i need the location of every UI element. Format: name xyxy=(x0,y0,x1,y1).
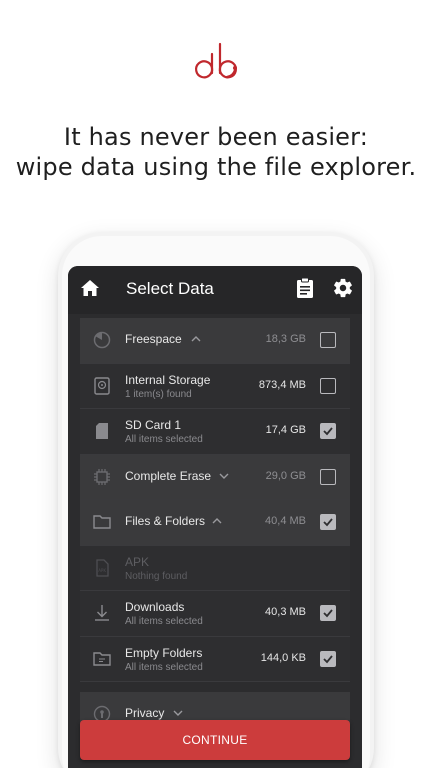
item-size: 873,4 MB xyxy=(258,378,306,391)
item-sd-card-1[interactable]: SD Card 1 All items selected 17,4 GB xyxy=(80,409,350,455)
checkmark-icon xyxy=(323,518,333,527)
data-list: Freespace 18,3 GB Internal Storage 1 ite… xyxy=(80,318,350,738)
item-status: 1 item(s) found xyxy=(125,388,192,400)
download-icon xyxy=(95,605,109,621)
app-logo xyxy=(195,42,237,79)
group-name: Freespace xyxy=(125,332,182,346)
gear-icon[interactable] xyxy=(332,277,354,299)
internal-storage-icon xyxy=(94,376,110,395)
group-size: 29,0 GB xyxy=(265,469,306,482)
group-complete-erase[interactable]: Complete Erase 29,0 GB xyxy=(80,454,350,500)
checkbox-checked[interactable] xyxy=(320,605,336,621)
phone-screen: Select Data Freespace 18,3 GB Internal S… xyxy=(68,266,362,768)
item-status: All items selected xyxy=(125,661,203,673)
headline-line-1: It has never been easier: xyxy=(63,123,369,151)
sd-card-icon xyxy=(96,423,108,439)
group-size: 18,3 GB xyxy=(265,333,306,345)
svg-text:APK: APK xyxy=(98,568,106,573)
item-size: 144,0 KB xyxy=(260,651,306,664)
headline-line-2: wipe data using the file explorer. xyxy=(15,153,417,181)
list-spacer xyxy=(80,682,350,692)
checkmark-icon xyxy=(323,654,333,663)
group-size: 40,4 MB xyxy=(265,515,306,527)
group-name: Complete Erase xyxy=(125,468,212,483)
item-size: 17,4 GB xyxy=(265,424,306,436)
item-name: SD Card 1 xyxy=(125,418,182,432)
item-name: Downloads xyxy=(125,600,185,614)
checkmark-icon xyxy=(323,609,333,618)
headline: It has never been easier: wipe data usin… xyxy=(0,122,432,182)
item-internal-storage[interactable]: Internal Storage 1 item(s) found 873,4 M… xyxy=(80,363,350,409)
item-name: Empty Folders xyxy=(125,645,203,660)
home-icon[interactable] xyxy=(80,278,100,298)
checkbox-checked[interactable] xyxy=(320,650,336,667)
item-size: 40,3 MB xyxy=(265,606,306,618)
item-status: All items selected xyxy=(125,434,203,445)
item-empty-folders[interactable]: Empty Folders All items selected 144,0 K… xyxy=(80,636,350,682)
item-status: Nothing found xyxy=(125,570,188,582)
apk-file-icon: APK xyxy=(96,558,109,577)
continue-button[interactable]: CONTINUE xyxy=(80,720,350,760)
item-name: APK xyxy=(125,554,150,569)
app-bar: Select Data xyxy=(68,266,362,314)
checkbox-checked[interactable] xyxy=(320,514,336,530)
checkbox[interactable] xyxy=(320,468,336,485)
folder-icon xyxy=(93,515,111,529)
item-name: Internal Storage xyxy=(125,372,211,387)
item-downloads[interactable]: Downloads All items selected 40,3 MB xyxy=(80,591,350,637)
checkbox[interactable] xyxy=(320,377,336,394)
group-name: Privacy xyxy=(125,706,165,720)
checkbox[interactable] xyxy=(320,332,336,348)
clipboard-icon[interactable] xyxy=(294,277,316,299)
group-name: Files & Folders xyxy=(125,514,206,528)
group-freespace[interactable]: Freespace 18,3 GB xyxy=(80,318,350,364)
empty-folder-icon xyxy=(93,651,111,666)
chevron-down-icon[interactable] xyxy=(173,709,183,717)
pie-chart-icon xyxy=(93,331,111,349)
checkmark-icon xyxy=(323,427,333,436)
item-status: All items selected xyxy=(125,616,203,627)
chevron-up-icon[interactable] xyxy=(191,335,201,343)
app-bar-title: Select Data xyxy=(126,279,214,298)
chevron-down-icon[interactable] xyxy=(219,472,229,480)
checkbox-checked[interactable] xyxy=(320,423,336,439)
chevron-up-icon[interactable] xyxy=(212,517,222,525)
chip-icon xyxy=(94,468,110,485)
item-apk: APK APK Nothing found xyxy=(80,545,350,591)
group-files-folders[interactable]: Files & Folders 40,4 MB xyxy=(80,500,350,546)
